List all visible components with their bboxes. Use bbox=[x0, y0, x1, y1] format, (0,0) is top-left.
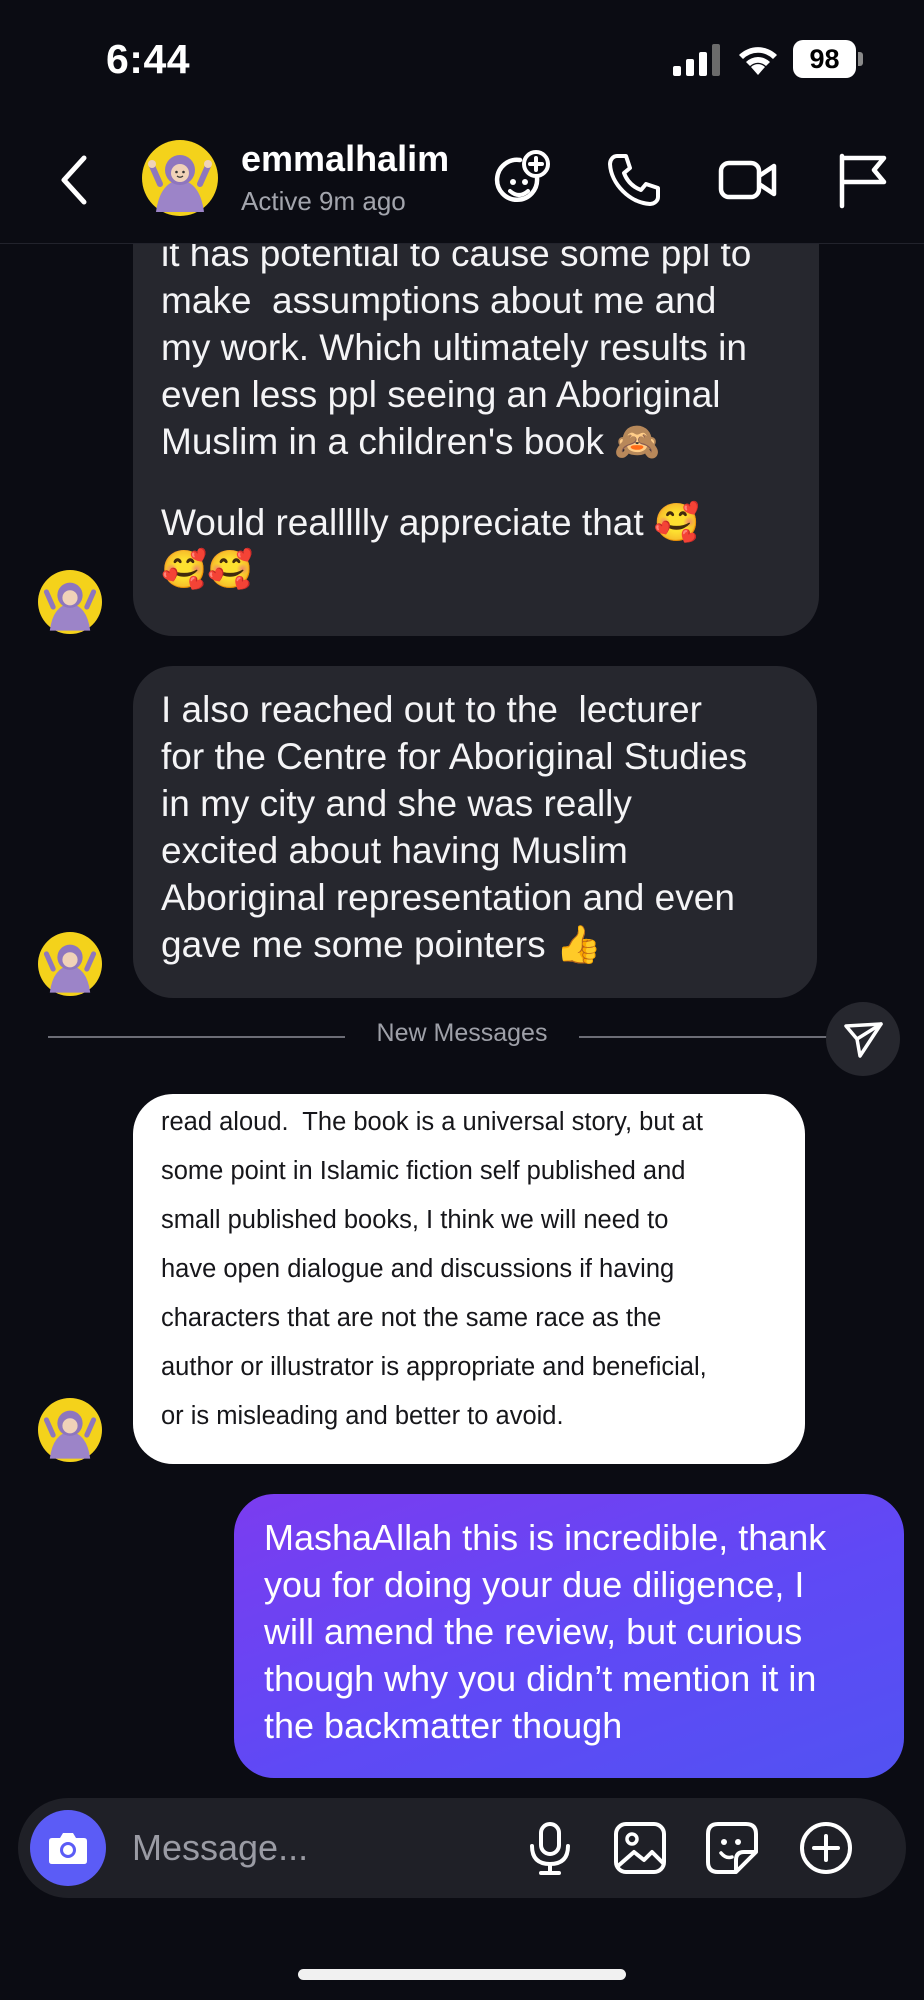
message-text: I also reached out to the lecturer for t… bbox=[161, 689, 748, 966]
smiling-hearts-emoji: 🥰 bbox=[653, 501, 700, 544]
gallery-icon[interactable] bbox=[612, 1820, 668, 1876]
chat-screen: 6:44 98 emmalhalim Active 9m ago it has … bbox=[0, 0, 924, 2000]
avatar[interactable] bbox=[142, 140, 218, 216]
message-text: it has potential to cause some ppl to ma… bbox=[161, 244, 752, 463]
avatar[interactable] bbox=[38, 932, 102, 996]
status-time: 6:44 bbox=[106, 36, 191, 82]
flag-icon[interactable] bbox=[830, 148, 894, 212]
home-indicator[interactable] bbox=[298, 1969, 626, 1980]
chat-header: emmalhalim Active 9m ago bbox=[0, 120, 924, 244]
effects-icon[interactable] bbox=[490, 148, 554, 212]
smiling-hearts-emoji-row: 🥰🥰 bbox=[161, 548, 254, 591]
signal-icon bbox=[673, 44, 720, 76]
message-text: MashaAllah this is incredible, thank you… bbox=[264, 1517, 827, 1746]
contact-active-status: Active 9m ago bbox=[241, 186, 406, 216]
video-camera-icon[interactable] bbox=[716, 148, 780, 212]
avatar[interactable] bbox=[38, 570, 102, 634]
message-thread[interactable]: it has potential to cause some ppl to ma… bbox=[0, 244, 924, 1788]
battery-level: 98 bbox=[809, 44, 840, 74]
forwarded-message-text: read aloud. The book is a universal stor… bbox=[161, 1108, 707, 1430]
incoming-message-bubble[interactable]: it has potential to cause some ppl to ma… bbox=[133, 244, 819, 636]
forwarded-message-bubble[interactable]: read aloud. The book is a universal stor… bbox=[133, 1094, 805, 1464]
message-input[interactable] bbox=[132, 1820, 512, 1876]
message-composer bbox=[18, 1798, 906, 1898]
incoming-message-bubble[interactable]: I also reached out to the lecturer for t… bbox=[133, 666, 817, 998]
message-text-2: Would reallllly appreciate that 🥰 bbox=[161, 501, 700, 544]
share-button[interactable] bbox=[826, 1002, 900, 1076]
back-chevron-icon[interactable] bbox=[52, 150, 96, 210]
outgoing-message-bubble[interactable]: MashaAllah this is incredible, thank you… bbox=[234, 1494, 904, 1778]
contact-name[interactable]: emmalhalim bbox=[241, 138, 449, 180]
send-icon bbox=[844, 1022, 883, 1058]
monkey-emoji: 🙈 bbox=[614, 420, 661, 463]
battery-icon: 98 bbox=[793, 40, 863, 78]
plus-icon[interactable] bbox=[798, 1820, 854, 1876]
camera-button[interactable] bbox=[30, 1810, 106, 1886]
microphone-icon[interactable] bbox=[522, 1820, 578, 1876]
sticker-icon[interactable] bbox=[704, 1820, 760, 1876]
new-messages-divider: New Messages bbox=[48, 1017, 876, 1057]
phone-icon[interactable] bbox=[602, 148, 666, 212]
status-bar: 6:44 98 bbox=[0, 0, 924, 120]
camera-icon bbox=[49, 1833, 87, 1864]
thumbs-up-emoji: 👍 bbox=[555, 923, 602, 966]
wifi-icon bbox=[739, 47, 777, 75]
new-messages-label: New Messages bbox=[356, 1019, 568, 1047]
avatar[interactable] bbox=[38, 1398, 102, 1462]
